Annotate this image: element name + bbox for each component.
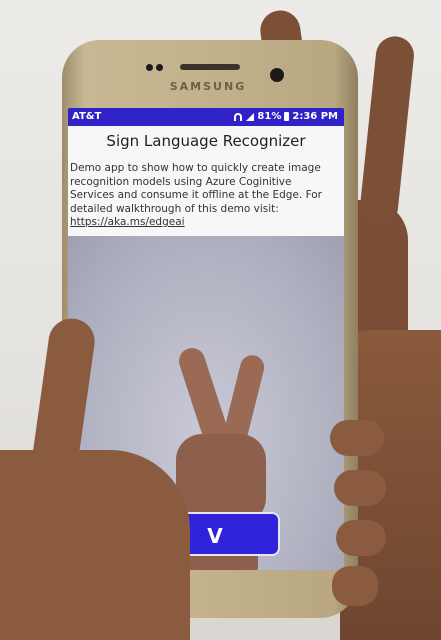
wifi-icon [233,112,243,121]
holding-hand-finger [336,520,386,556]
carrier-label: AT&T [72,111,102,122]
holding-hand-palm [0,450,190,640]
app-header-panel: Sign Language Recognizer Demo app to sho… [68,126,344,236]
earpiece-speaker [180,64,240,70]
walkthrough-link[interactable]: https://aka.ms/edgeai [70,216,185,228]
sensor-icon [146,64,153,71]
battery-icon [284,112,290,121]
front-camera-icon [270,68,284,82]
holding-hand-finger [334,470,386,506]
sensor-icon [156,64,163,71]
device-brand-logo: SAMSUNG [169,80,247,93]
holding-hand-finger [330,420,384,456]
app-title: Sign Language Recognizer [106,132,306,150]
status-time: 2:36 PM [292,111,338,122]
app-description: Demo app to show how to quickly create i… [70,162,322,215]
status-bar: AT&T 81% 2:36 PM [68,108,344,126]
holding-hand-finger [332,566,378,606]
signal-icon [246,112,255,121]
status-icons: 81% 2:36 PM [233,111,338,122]
battery-percent: 81% [257,111,282,122]
